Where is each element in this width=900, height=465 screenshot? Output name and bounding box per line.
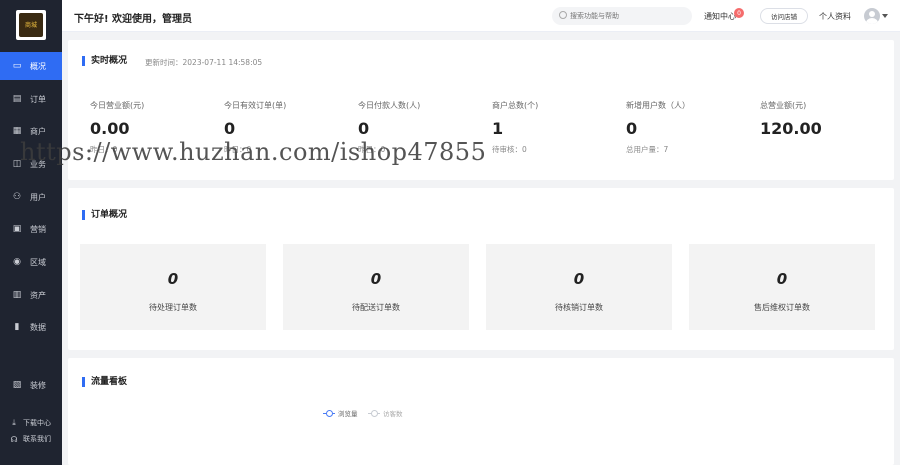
notice-center-link[interactable]: 通知中心	[704, 11, 736, 22]
sidebar-item-label: 数据	[30, 322, 46, 332]
asset-icon: ▥	[12, 290, 22, 300]
stat-label: 今日付款人数(人)	[358, 101, 421, 110]
traffic-board-card: 流量看板 浏览量 访客数	[68, 358, 894, 465]
order-label: 售后维权订单数	[754, 303, 810, 312]
data-icon: ▮	[14, 322, 20, 332]
legend-line-icon	[323, 409, 335, 417]
stat-value: 0	[224, 119, 236, 138]
user-icon: ⚇	[12, 192, 22, 202]
stat-value: 0.00	[90, 119, 130, 138]
stat-value: 0	[358, 119, 370, 138]
search-icon	[559, 11, 567, 19]
sidebar-item-data[interactable]: ▮ 数据	[0, 313, 62, 341]
notice-badge: 0	[734, 8, 744, 18]
traffic-title: 流量看板	[82, 377, 127, 387]
order-overview-card: 订单概况 0 待处理订单数 0 待配送订单数 0 待核销订单数 0 售后维权订单…	[68, 188, 894, 350]
stat-sub: 总用户量：7	[626, 145, 669, 154]
order-label: 待配送订单数	[352, 303, 400, 312]
stat-new-users: 新增用户数（人） 0 总用户量：7	[626, 100, 756, 155]
headset-icon: ☊	[10, 434, 18, 444]
profile-link[interactable]: 个人资料	[819, 11, 851, 22]
caret-down-icon[interactable]	[882, 14, 888, 18]
update-time: 更新时间：2023-07-11 14:58:05	[145, 58, 263, 67]
sidebar-item-label: 用户	[30, 192, 46, 202]
legend-label: 访客数	[383, 410, 403, 418]
sidebar-item-overview[interactable]: ▭ 概况	[0, 52, 62, 80]
stat-value: 120.00	[760, 119, 822, 138]
sidebar-item-label: 区域	[30, 257, 46, 267]
order-count: 0	[573, 270, 585, 288]
sidebar-item-assets[interactable]: ▥ 资产	[0, 281, 62, 309]
visit-store-button[interactable]: 访问店铺	[760, 8, 808, 24]
marketing-icon: ▣	[12, 224, 22, 234]
sidebar-item-label: 概况	[30, 61, 46, 71]
legend-item-visitors[interactable]: 访客数	[368, 408, 403, 418]
contact-us-link[interactable]: ☊ 联系我们	[10, 434, 51, 444]
monitor-icon: ▭	[12, 61, 22, 71]
order-icon: ▤	[12, 94, 22, 104]
sidebar-item-label: 营销	[30, 224, 46, 234]
region-icon: ◉	[13, 257, 21, 267]
download-icon: ⤓	[12, 418, 16, 427]
stat-label: 今日有效订单(单)	[224, 101, 287, 110]
order-box-to-deliver[interactable]: 0 待配送订单数	[283, 244, 469, 330]
order-box-to-verify[interactable]: 0 待核销订单数	[486, 244, 672, 330]
order-count: 0	[167, 270, 179, 288]
sidebar-item-label: 商户	[30, 126, 46, 136]
decorate-icon: ▧	[12, 380, 22, 390]
greeting-text: 下午好! 欢迎使用，管理员	[74, 14, 193, 25]
stat-total-revenue: 总营业额(元) 120.00	[760, 100, 890, 144]
order-box-after-sale[interactable]: 0 售后维权订单数	[689, 244, 875, 330]
realtime-title: 实时概况 更新时间：2023-07-11 14:58:05	[82, 56, 262, 67]
order-title: 订单概况	[82, 210, 127, 220]
top-bar: 下午好! 欢迎使用，管理员 通知中心 0 访问店铺 个人资料	[62, 0, 900, 32]
stat-label: 商户总数(个)	[492, 101, 539, 110]
download-center-link[interactable]: ⤓ 下载中心	[10, 418, 51, 428]
sidebar-item-label: 资产	[30, 290, 46, 300]
stat-value: 1	[492, 119, 504, 138]
avatar[interactable]	[864, 8, 880, 24]
search-input[interactable]	[552, 7, 692, 25]
sidebar: 商城 ▭ 概况 ▤ 订单 ▦ 商户 ◫ 业务 ⚇ 用户 ▣ 营销 ◉ 区域 ▥ …	[0, 0, 62, 465]
logo[interactable]: 商城	[16, 10, 46, 40]
order-count: 0	[370, 270, 382, 288]
sidebar-item-decorate[interactable]: ▧ 装修	[0, 371, 62, 399]
sidebar-item-marketing[interactable]: ▣ 营销	[0, 215, 62, 243]
shop-icon: ▦	[12, 126, 22, 136]
stat-value: 0	[626, 119, 638, 138]
stat-label: 新增用户数（人）	[626, 101, 690, 110]
logo-text: 商城	[19, 13, 43, 37]
order-box-pending[interactable]: 0 待处理订单数	[80, 244, 266, 330]
sidebar-item-region[interactable]: ◉ 区域	[0, 248, 62, 276]
order-label: 待处理订单数	[149, 303, 197, 312]
legend-label: 浏览量	[338, 410, 358, 418]
sidebar-item-label: 订单	[30, 94, 46, 104]
stat-sub: 待审核：0	[492, 145, 527, 154]
legend-item-views[interactable]: 浏览量	[323, 408, 358, 418]
sidebar-item-label: 装修	[30, 380, 46, 390]
stat-label: 今日营业额(元)	[90, 101, 145, 110]
legend-line-icon	[368, 409, 380, 417]
order-count: 0	[776, 270, 788, 288]
contact-us-label: 联系我们	[23, 435, 51, 443]
stat-label: 总营业额(元)	[760, 101, 807, 110]
sidebar-item-orders[interactable]: ▤ 订单	[0, 85, 62, 113]
download-center-label: 下载中心	[23, 419, 51, 427]
order-label: 待核销订单数	[555, 303, 603, 312]
sidebar-item-users[interactable]: ⚇ 用户	[0, 183, 62, 211]
watermark-text: https://www.huzhan.com/ishop47855	[20, 138, 487, 166]
stat-merchant-total: 商户总数(个) 1 待审核：0	[492, 100, 622, 155]
